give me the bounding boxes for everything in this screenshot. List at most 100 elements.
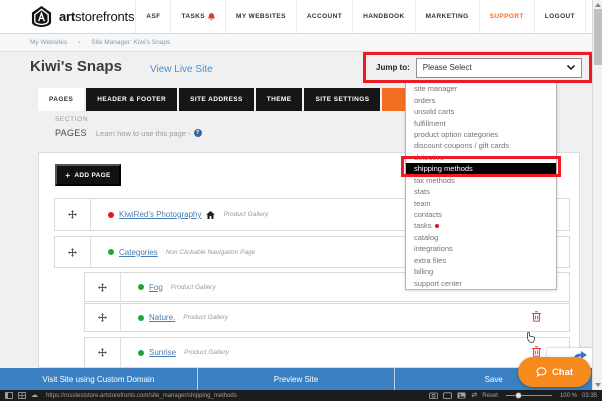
chat-bubble-icon: [536, 367, 547, 377]
top-navbar: artstorefronts ASF TASKS MY WEBSITES ACC…: [0, 0, 602, 34]
status-bar: ☁ https://rossteststore.artstorefronts.c…: [0, 390, 602, 401]
status-dot-green: [138, 284, 144, 290]
jump-to-annotation-box: Jump to: Please Select: [363, 52, 592, 83]
vertical-scrollbar[interactable]: [592, 0, 602, 390]
trash-icon: [532, 311, 541, 322]
tab-header-footer[interactable]: HEADER & FOOTER: [86, 88, 177, 111]
dropdown-item-detective[interactable]: detective: [406, 152, 556, 163]
status-dot-green: [108, 249, 114, 255]
zoom-slider-knob[interactable]: [515, 392, 522, 399]
sidebar-toggle-icon[interactable]: [5, 392, 13, 399]
cursor-hand-icon: [526, 330, 536, 348]
move-icon: [68, 210, 77, 219]
move-icon: [98, 313, 107, 322]
image-icon[interactable]: [457, 392, 466, 399]
dropdown-item-unsold-carts[interactable]: unsold carts: [406, 106, 556, 117]
breadcrumb: My Websites › Site Manager: Kiwi's Snaps: [0, 34, 602, 52]
dropdown-item-extra-files[interactable]: extra files: [406, 255, 556, 266]
tab-theme[interactable]: THEME: [256, 88, 303, 111]
dropdown-item-discount-coupons[interactable]: discount coupons / gift cards: [406, 140, 556, 151]
page-link[interactable]: Fog: [149, 283, 163, 292]
page-link[interactable]: Nature.: [149, 313, 175, 322]
cloud-icon[interactable]: ☁: [31, 392, 38, 399]
nav-account[interactable]: ACCOUNT: [296, 0, 352, 33]
dropdown-item-stats[interactable]: stats: [406, 186, 556, 197]
nav-marketing[interactable]: MARKETING: [415, 0, 479, 33]
zoom-slider[interactable]: [506, 392, 552, 399]
dropdown-item-billing[interactable]: billing: [406, 266, 556, 277]
page-row-nature: Nature. Product Gallery: [84, 303, 570, 332]
preview-site-button[interactable]: Preview Site: [197, 368, 395, 390]
move-icon: [98, 283, 107, 292]
drag-handle[interactable]: [55, 237, 91, 267]
dropdown-item-integrations[interactable]: integrations: [406, 243, 556, 254]
nav-support[interactable]: SUPPORT: [479, 0, 534, 33]
dropdown-item-site-manager[interactable]: site manager: [406, 83, 556, 94]
tab-site-settings[interactable]: SITE SETTINGS: [304, 88, 380, 111]
nav-handbook[interactable]: HANDBOOK: [352, 0, 414, 33]
top-nav-items: ASF TASKS MY WEBSITES ACCOUNT HANDBOOK M…: [135, 0, 586, 33]
swap-arrows-icon[interactable]: ⇄: [471, 392, 477, 399]
status-dot-red: [108, 212, 114, 218]
footer-action-bar: Visit Site using Custom Domain Preview S…: [0, 368, 592, 390]
scrollbar-thumb[interactable]: [594, 9, 602, 65]
breadcrumb-current[interactable]: Site Manager: Kiwi's Snaps: [91, 39, 170, 46]
drag-handle[interactable]: [85, 338, 121, 367]
page-type-label: Non Clickable Navigation Page: [166, 249, 256, 256]
nav-my-websites[interactable]: MY WEBSITES: [225, 0, 296, 33]
scroll-up-arrow-icon[interactable]: [595, 3, 601, 7]
delete-page-button[interactable]: [532, 309, 541, 327]
page-link[interactable]: KiwiRed's Photography: [119, 210, 201, 219]
page-type-label: Product Gallery: [184, 349, 229, 356]
dropdown-item-orders[interactable]: orders: [406, 94, 556, 105]
dropdown-item-product-option-categories[interactable]: product option categories: [406, 129, 556, 140]
page-link[interactable]: Categories: [119, 248, 158, 257]
page-type-label: Product Gallery: [183, 314, 228, 321]
dropdown-item-fulfillment[interactable]: fulfillment: [406, 117, 556, 128]
chat-button[interactable]: Chat: [518, 357, 591, 387]
scroll-down-arrow-icon[interactable]: [595, 383, 601, 387]
home-icon: [206, 211, 215, 219]
breadcrumb-my-websites[interactable]: My Websites: [30, 39, 67, 46]
dropdown-item-contacts[interactable]: contacts: [406, 209, 556, 220]
screen: artstorefronts ASF TASKS MY WEBSITES ACC…: [0, 0, 602, 401]
drag-handle[interactable]: [85, 304, 121, 331]
artstorefronts-logo[interactable]: artstorefronts: [30, 6, 134, 27]
view-live-site-link[interactable]: View Live Site: [150, 64, 213, 75]
dropdown-item-team[interactable]: team: [406, 197, 556, 208]
jump-to-dropdown-list: site manager orders unsold carts fulfill…: [405, 82, 557, 290]
display-icon[interactable]: [443, 392, 452, 399]
page-type-label: Product Gallery: [171, 284, 216, 291]
drag-handle[interactable]: [55, 199, 91, 230]
tab-pages[interactable]: PAGES: [38, 88, 84, 111]
visit-site-custom-domain-button[interactable]: Visit Site using Custom Domain: [0, 368, 197, 390]
section-kicker: SECTION: [55, 116, 88, 123]
reset-label[interactable]: Reset: [482, 393, 498, 399]
drag-handle[interactable]: [85, 273, 121, 301]
tasks-red-dot: [435, 224, 439, 228]
camera-icon[interactable]: [429, 392, 438, 399]
nav-asf[interactable]: ASF: [135, 0, 170, 33]
section-help-text: Learn how to use this page - ?: [96, 129, 202, 138]
nav-tasks[interactable]: TASKS: [170, 0, 225, 33]
bell-icon: [208, 13, 215, 21]
dropdown-item-support-center[interactable]: support center: [406, 277, 556, 288]
jump-to-label: Jump to:: [376, 63, 410, 72]
dropdown-item-tasks[interactable]: tasks: [406, 220, 556, 231]
dropdown-item-shipping-methods[interactable]: shipping methods: [406, 163, 556, 174]
artstorefronts-logo-icon: [30, 6, 53, 27]
status-url: https://rossteststore.artstorefronts.com…: [46, 393, 237, 399]
jump-to-select[interactable]: Please Select: [416, 58, 582, 78]
plus-icon: +: [65, 171, 70, 180]
add-page-button[interactable]: + ADD PAGE: [55, 164, 121, 186]
window-grid-icon[interactable]: [18, 392, 26, 399]
nav-logout[interactable]: LOGOUT: [534, 0, 586, 33]
page-link[interactable]: Sunrise: [149, 348, 176, 357]
brand-text: artstorefronts: [59, 9, 134, 24]
help-icon[interactable]: ?: [194, 129, 202, 137]
tab-site-address[interactable]: SITE ADDRESS: [179, 88, 254, 111]
tabs-row: PAGES HEADER & FOOTER SITE ADDRESS THEME…: [38, 88, 460, 111]
dropdown-item-tax-methods[interactable]: tax methods: [406, 175, 556, 186]
zoom-percent: 100 %: [560, 393, 577, 399]
dropdown-item-catalog[interactable]: catalog: [406, 232, 556, 243]
